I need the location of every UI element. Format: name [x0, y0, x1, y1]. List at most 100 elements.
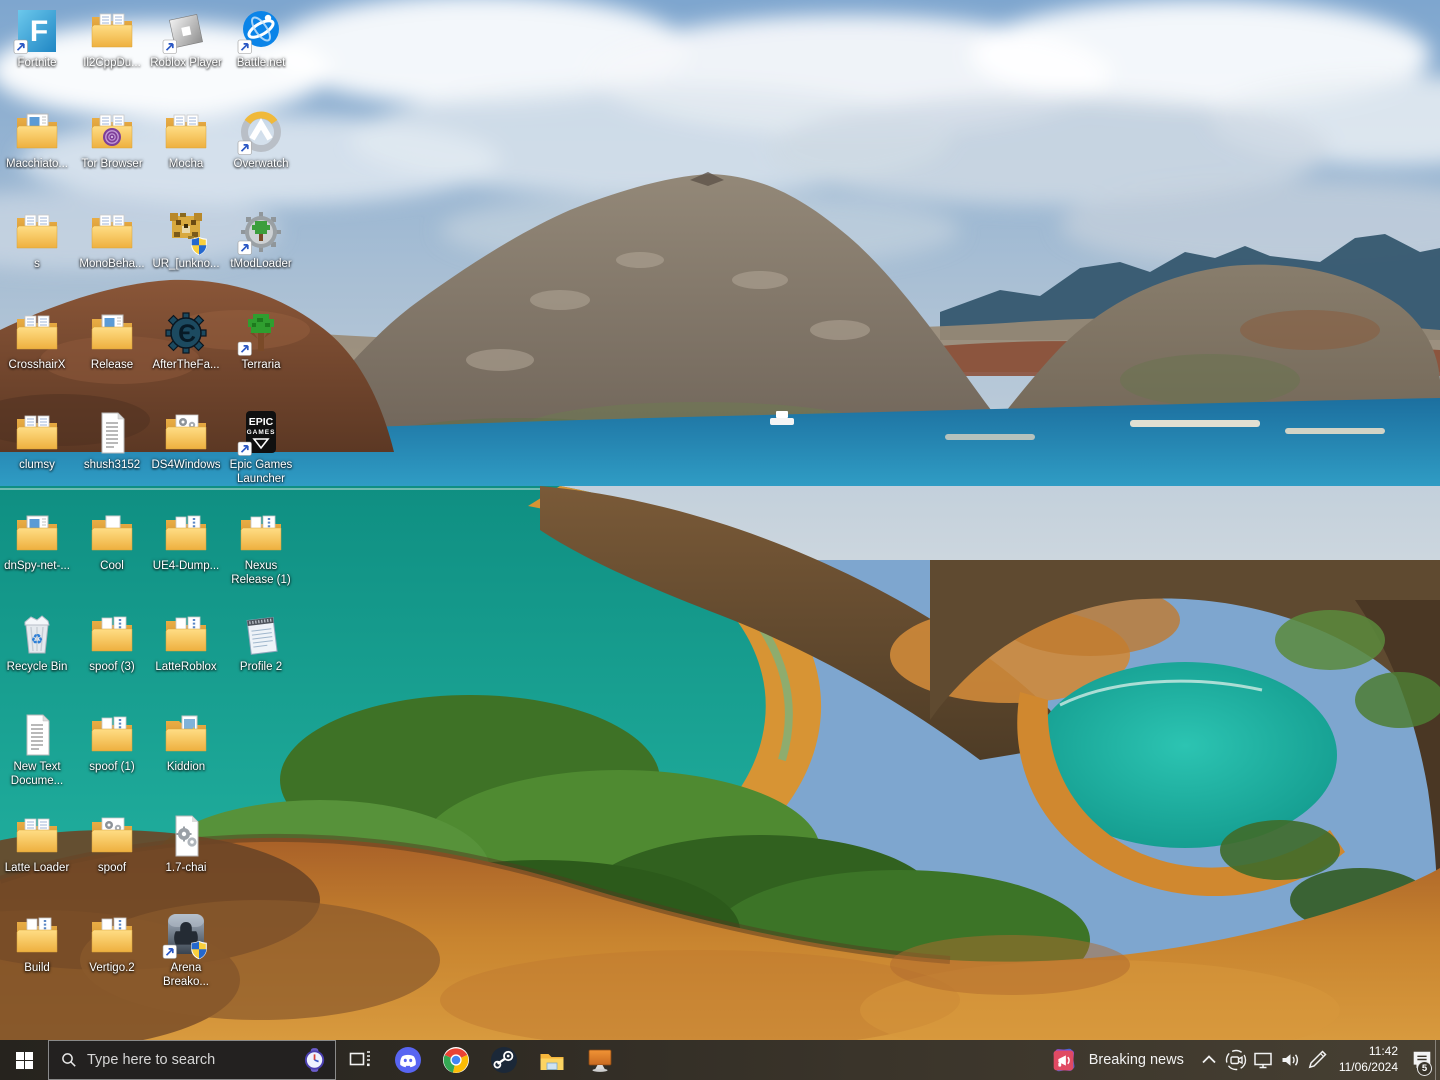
desktop-icon-latteroblox[interactable]: LatteRoblox — [149, 611, 223, 709]
icon-label: Il2CppDu... — [83, 57, 141, 69]
desktop-icon-terraria[interactable]: Terraria — [224, 309, 298, 407]
desktop-icon-clumsy[interactable]: clumsy — [0, 409, 74, 507]
meet-now-icon — [1226, 1049, 1247, 1071]
desktop-icon-chai-17[interactable]: 1.7-chai — [149, 812, 223, 910]
icon-label: New Text Docume... — [10, 761, 64, 787]
folder-tor-icon — [91, 114, 133, 149]
taskbar-search-box[interactable]: Type here to search — [48, 1040, 336, 1080]
desktop-icon-dnspy[interactable]: dnSpy-net-... — [0, 510, 74, 608]
icon-label: Nexus Release (1) — [231, 560, 291, 586]
desktop-icon-battlenet[interactable]: Battle.net — [224, 7, 298, 105]
icon-label: Release — [90, 359, 134, 371]
desktop-icon-tmodloader[interactable]: tModLoader — [224, 208, 298, 306]
icon-label: Build — [24, 962, 50, 974]
notepad-icon — [246, 616, 278, 655]
icon-label: 1.7-chai — [165, 862, 207, 874]
windows-logo-icon — [15, 1051, 33, 1069]
desktop-icon-epic-games-launcher[interactable]: EPIC GAMES Epic Games Launcher — [224, 409, 298, 507]
desktop-icon-nexus-release[interactable]: Nexus Release (1) — [224, 510, 298, 608]
taskbar-app-file-explorer[interactable] — [528, 1040, 576, 1080]
desktop-icon-ds4windows[interactable]: DS4Windows — [149, 409, 223, 507]
task-view-icon — [349, 1051, 370, 1067]
folder-doc-icon — [16, 214, 58, 249]
icon-label: Recycle Bin — [6, 661, 68, 673]
tray-volume-button[interactable] — [1277, 1040, 1304, 1080]
desktop-icon-spoof-1[interactable]: spoof (1) — [75, 711, 149, 809]
news-widget[interactable]: Breaking news — [1037, 1040, 1196, 1080]
tray-network-button[interactable] — [1250, 1040, 1277, 1080]
desktop-icon-latte-loader[interactable]: Latte Loader — [0, 812, 74, 910]
folder-doc-icon — [91, 13, 133, 48]
desktop-icon-profile-2[interactable]: Profile 2 — [224, 611, 298, 709]
folder-app-icon — [16, 515, 58, 551]
desktop-icon-monobeha[interactable]: MonoBeha... — [75, 208, 149, 306]
icon-label: clumsy — [19, 459, 55, 471]
icon-label: AfterTheFa... — [152, 359, 220, 371]
desktop-icon-overwatch[interactable]: Overwatch — [224, 108, 298, 206]
folder-app-icon — [16, 113, 58, 149]
desktop-icon-shush3152[interactable]: shush3152 — [75, 409, 149, 507]
desktop-icon-crosshairx[interactable]: CrosshairX — [0, 309, 74, 407]
file-explorer-icon — [540, 1054, 564, 1070]
desktop-icon-afterthefa[interactable]: Є AfterTheFa... — [149, 309, 223, 407]
icon-label: Overwatch — [233, 158, 289, 170]
desktop-icon-s[interactable]: s — [0, 208, 74, 306]
start-button[interactable] — [0, 1040, 48, 1080]
icon-label: Roblox Player — [150, 57, 222, 69]
folder-doc-icon — [16, 818, 58, 853]
desktop-icon-cool[interactable]: Cool — [75, 510, 149, 608]
desktop-icon-roblox-player[interactable]: Roblox Player — [149, 7, 223, 105]
desktop-icon-recycle-bin[interactable]: ♻ Recycle Bin — [0, 611, 74, 709]
desktop-icon-mocha[interactable]: Mocha — [149, 108, 223, 206]
windows-desktop: F Fortnite Il2CppDu... Roblox Player Battle.… — [0, 0, 1440, 1080]
taskbar-app-chrome[interactable] — [432, 1040, 480, 1080]
tray-icons — [1196, 1040, 1331, 1080]
taskbar-pinned-apps — [336, 1040, 624, 1080]
chevron-up-icon — [1202, 1055, 1216, 1064]
taskbar-app-discord[interactable] — [384, 1040, 432, 1080]
desktop-icon-new-text-document[interactable]: New Text Docume... — [0, 711, 74, 809]
icon-label: Fortnite — [17, 57, 57, 69]
tray-chevron-up-button[interactable] — [1196, 1040, 1223, 1080]
desktop-icon-spoof-3[interactable]: spoof (3) — [75, 611, 149, 709]
desktop-icon-macchiato[interactable]: Macchiato... — [0, 108, 74, 206]
search-placeholder: Type here to search — [87, 1052, 216, 1068]
clock-date: 11/06/2024 — [1338, 1060, 1398, 1074]
tile-roblox-icon — [162, 14, 203, 54]
taskbar-app-steam[interactable] — [480, 1040, 528, 1080]
icon-label: Kiddion — [166, 761, 206, 773]
icon-label: LatteRoblox — [155, 661, 217, 673]
desktop-icon-kiddion[interactable]: Kiddion — [149, 711, 223, 809]
icon-label: spoof (1) — [89, 761, 135, 773]
show-desktop-button[interactable] — [1435, 1040, 1440, 1080]
icon-label: UR_[unkno... — [152, 258, 220, 270]
folder-blank-icon — [91, 515, 133, 551]
icon-label: Tor Browser — [81, 158, 143, 170]
icon-label: spoof — [97, 862, 127, 874]
news-icon — [1053, 1048, 1075, 1072]
taskbar-clock[interactable]: 11:42 11/06/2024 — [1331, 1040, 1408, 1080]
folder-list-icon — [240, 515, 282, 551]
tray-pen-button[interactable] — [1304, 1040, 1331, 1080]
folder-list-icon — [16, 917, 58, 953]
icon-label: s — [34, 258, 40, 270]
icon-label: DS4Windows — [151, 459, 221, 471]
search-highlight-watch-icon[interactable] — [301, 1047, 327, 1073]
desktop-icon-fortnite[interactable]: F Fortnite — [0, 7, 74, 105]
icon-label: Profile 2 — [239, 661, 283, 673]
desktop-icon-ue4-dump[interactable]: UE4-Dump... — [149, 510, 223, 608]
taskbar-app-monitor-app[interactable] — [576, 1040, 624, 1080]
desktop-icon-release[interactable]: Release — [75, 309, 149, 407]
desktop-icon-arena-breakout[interactable]: Arena Breako... — [149, 912, 223, 1010]
desktop-icon-build[interactable]: Build — [0, 912, 74, 1010]
tray-meet-now-button[interactable] — [1223, 1040, 1250, 1080]
desktop-icon-ur-unknown[interactable]: UR_[unkno... — [149, 208, 223, 306]
action-center-button[interactable]: 5 — [1408, 1040, 1435, 1080]
desktop-icon-spoof[interactable]: spoof — [75, 812, 149, 910]
tile-leopard-icon — [170, 213, 207, 256]
desktop-icon-vertigo-2[interactable]: Vertigo.2 — [75, 912, 149, 1010]
desktop-icon-il2cppdu[interactable]: Il2CppDu... — [75, 7, 149, 105]
desktop-icon-tor-browser[interactable]: Tor Browser — [75, 108, 149, 206]
taskbar-app-task-view[interactable] — [336, 1040, 384, 1080]
svg-text:EPIC: EPIC — [249, 416, 274, 428]
